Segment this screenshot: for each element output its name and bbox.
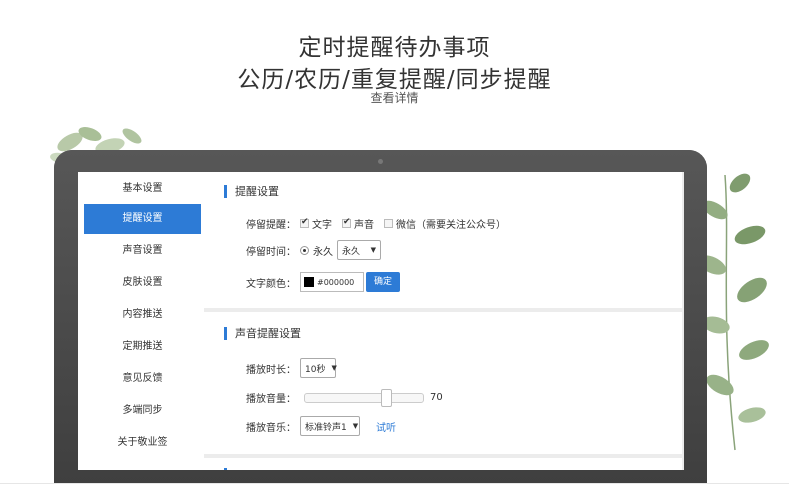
select-value: 标准铃声1 [305,422,347,433]
section-marker [224,468,235,470]
sound-checkbox[interactable] [342,217,351,228]
settings-sidebar: 基本设置 提醒设置 声音设置 皮肤设置 内容推送 定期推送 意见反馈 多端同步 … [78,172,204,470]
sidebar-item-reminder[interactable]: 提醒设置 [84,204,201,234]
option-label: 声音 [354,220,374,231]
color-value: #000000 [317,277,355,287]
laptop-camera [378,159,383,164]
wechat-checkbox[interactable] [384,219,393,228]
promo-stage: 定时提醒待办事项 公历/农历/重复提醒/同步提醒 查看详情 基本设置 提醒设置 … [0,0,789,484]
settings-content: 提醒设置 停留提醒： 文字 声音 微信（需要关注公众号） 停留时间： 永久 永久 [204,172,684,470]
option-label: 微信（需要关注公众号） [396,220,506,231]
sidebar-item-basic[interactable]: 基本设置 [84,174,201,204]
field-label: 文字颜色： [246,278,296,290]
radio-label: 永久 [313,246,333,258]
volume-slider[interactable] [304,388,424,407]
section-title: 提醒设置 [224,185,279,198]
view-details-link[interactable]: 查看详情 [0,89,789,106]
text-checkbox[interactable] [300,217,309,228]
duration-select[interactable]: 永久 ▼ [337,240,381,260]
promo-title: 定时提醒待办事项 [298,35,491,61]
reminder-settings-panel: 提醒设置 停留提醒： 文字 声音 微信（需要关注公众号） 停留时间： 永久 永久 [204,172,682,308]
stay-duration-row: 停留时间： 永久 永久 ▼ [246,240,381,260]
sidebar-item-feedback[interactable]: 意见反馈 [84,364,201,394]
text-color-row: 文字颜色： #000000 确定 [246,272,401,292]
volume-slider-handle[interactable] [381,388,392,407]
sound-settings-panel: 声音提醒设置 播放时长： 10秒 ▼ 播放音量： 70 播放音乐： 标准铃声1 … [204,312,682,454]
caret-down-icon: ▼ [352,422,359,430]
sidebar-item-about[interactable]: 关于敬业签 [84,428,201,458]
volume-value: 70 [430,392,443,403]
select-value: 10秒 [305,364,326,375]
sidebar-item-scheduled-push[interactable]: 定期推送 [84,332,201,362]
confirm-button[interactable]: 确定 [366,272,401,292]
stay-reminder-row: 停留提醒： 文字 声音 微信（需要关注公众号） [246,216,516,231]
next-settings-panel [204,458,682,470]
option-label: 文字 [312,220,332,231]
field-label: 停留提醒： [246,220,296,231]
field-label: 停留时间： [246,246,296,258]
settings-window: 基本设置 提醒设置 声音设置 皮肤设置 内容推送 定期推送 意见反馈 多端同步 … [78,172,684,470]
music-select[interactable]: 标准铃声1 ▼ [300,416,360,436]
sidebar-item-content-push[interactable]: 内容推送 [84,300,201,330]
play-length-row: 播放时长： 10秒 ▼ [246,358,337,378]
play-volume-row: 播放音量： 70 [246,388,443,407]
caret-down-icon: ▼ [370,246,376,254]
preview-link[interactable]: 试听 [376,419,396,434]
field-label: 播放时长： [246,364,296,376]
field-label: 播放音乐： [246,422,296,434]
sidebar-item-sound[interactable]: 声音设置 [84,236,201,266]
sidebar-item-sync[interactable]: 多端同步 [84,396,201,426]
sidebar-item-skin[interactable]: 皮肤设置 [84,268,201,298]
caret-down-icon: ▼ [331,364,337,372]
select-value: 永久 [342,246,361,257]
color-input[interactable]: #000000 [300,272,364,292]
play-music-row: 播放音乐： 标准铃声1 ▼ 试听 [246,416,396,436]
color-swatch [304,277,314,287]
forever-radio[interactable] [300,245,309,255]
field-label: 播放音量： [246,394,296,405]
section-title: 声音提醒设置 [224,327,301,340]
play-length-select[interactable]: 10秒 ▼ [300,358,337,378]
